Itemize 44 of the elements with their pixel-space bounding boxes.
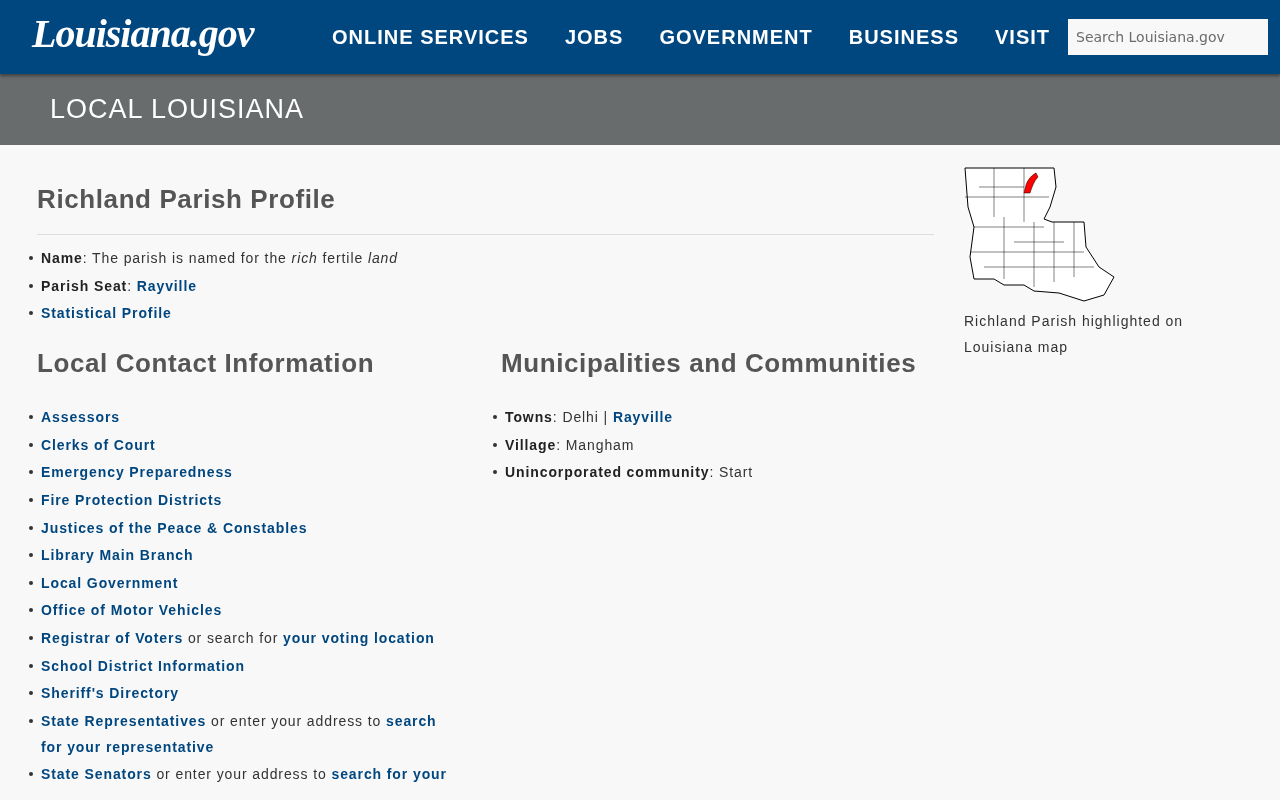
link[interactable]: Rayville <box>612 409 674 426</box>
section-heading: Richland Parish Profile <box>37 184 337 215</box>
link[interactable]: for your representative <box>41 738 215 755</box>
link[interactable]: Statistical Profile <box>41 305 172 322</box>
link[interactable]: School District Information <box>41 657 245 674</box>
body-text: or enter your address to <box>211 712 382 729</box>
label-text: Name <box>41 250 83 266</box>
link[interactable]: State Representatives <box>41 712 207 729</box>
site-logo[interactable]: Louisiana.gov <box>32 9 254 57</box>
link[interactable]: Emergency Preparedness <box>41 464 233 481</box>
link[interactable]: Library Main Branch <box>41 547 194 564</box>
link[interactable]: search <box>386 712 437 729</box>
link[interactable]: Registrar of Voters <box>41 629 184 646</box>
link[interactable]: Justices of the Peace & Constables <box>41 519 308 536</box>
body-text: or search for <box>187 629 279 646</box>
link[interactable]: your voting location <box>283 629 435 646</box>
nav-link[interactable]: GOVERNMENT <box>641 0 831 74</box>
map-caption: Richland Parish highlighted on Louisiana map <box>964 312 1185 357</box>
nav-link[interactable]: JOBS <box>546 0 642 74</box>
body-text: : Mangham <box>556 436 635 453</box>
link[interactable]: Office of Motor Vehicles <box>41 602 223 619</box>
body-text: : Delhi | <box>552 409 609 426</box>
body-text: : Start <box>709 464 754 481</box>
section-heading: Municipalities and Communities <box>501 348 918 380</box>
nav-link[interactable]: VISIT <box>977 0 1068 74</box>
banner-title: LOCAL LOUISIANA <box>50 94 305 125</box>
link[interactable]: Clerks of Court <box>41 436 156 453</box>
link[interactable]: Rayville <box>136 277 197 294</box>
body-text: : <box>127 277 132 294</box>
nav-link[interactable]: ONLINE SERVICES <box>314 0 547 74</box>
section-heading: Local Contact Information <box>37 348 376 380</box>
nav-link[interactable]: BUSINESS <box>830 0 977 74</box>
body-text: : The parish is named for the rich fertile land <box>82 250 398 266</box>
label-text: Towns <box>505 409 553 426</box>
label-text: Parish Seat <box>41 277 128 294</box>
link[interactable]: Sheriff's Directory <box>41 685 179 702</box>
link[interactable]: Fire Protection Districts <box>41 491 223 508</box>
link[interactable]: Assessors <box>41 409 120 426</box>
link[interactable]: State Senators <box>41 766 152 783</box>
link[interactable]: Local Government <box>41 574 179 591</box>
body-text: or enter your address to <box>156 766 327 783</box>
link[interactable]: search for your <box>331 766 447 783</box>
search-field[interactable]: Search Louisiana.gov <box>1068 19 1268 55</box>
label-text: Village <box>505 436 557 453</box>
